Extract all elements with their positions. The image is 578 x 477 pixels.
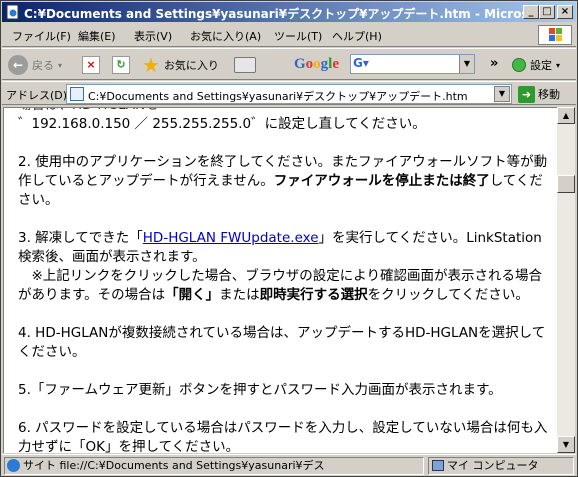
- ie-page-icon: [6, 4, 19, 20]
- refresh-icon: ↻: [112, 56, 130, 74]
- settings-icon: [512, 58, 526, 72]
- vertical-scrollbar[interactable]: ▲ ▼: [557, 107, 575, 453]
- status-text-pane: サイト file://C:¥Documents and Settings¥yas…: [4, 457, 424, 475]
- printer-icon: [234, 57, 256, 73]
- go-button[interactable]: ➜ 移動: [518, 85, 574, 103]
- google-g-icon: G▾: [353, 56, 369, 70]
- scroll-up-button[interactable]: ▲: [557, 107, 575, 124]
- favorites-label: お気に入り: [163, 59, 219, 72]
- settings-label: 設定: [530, 59, 552, 72]
- step-3-pre: 3. 解凍してできた「: [18, 230, 143, 246]
- favorites-button[interactable]: ★ お気に入り: [142, 53, 219, 77]
- security-zone-pane: マイ コンピュータ: [428, 457, 574, 475]
- minimize-button[interactable]: _: [523, 5, 539, 19]
- zone-label: マイ コンピュータ: [447, 459, 539, 472]
- stop-button[interactable]: ×: [82, 53, 100, 77]
- scroll-thumb[interactable]: [557, 175, 575, 193]
- menu-tools[interactable]: ツール(T): [274, 28, 322, 44]
- partial-line: 場合は、HD-HGLANを: [18, 108, 552, 115]
- step-3-run: 即時実行する選択: [259, 287, 368, 303]
- google-logo: Google: [294, 56, 340, 72]
- step-3-or: または: [219, 287, 260, 303]
- address-bar: アドレス(D) C:¥Documents and Settings¥yasuna…: [2, 81, 576, 105]
- address-label: アドレス(D): [6, 89, 68, 102]
- toolbar: ← 戻る ▾ × ↻ ★ お気に入り Google G▾ ▼ » 設定 ▾: [2, 48, 576, 80]
- google-search-input[interactable]: G▾ ▼: [350, 54, 475, 74]
- address-url: C:¥Documents and Settings¥yasunari¥デスクトッ…: [88, 90, 468, 103]
- step-3-open: 「開く」: [165, 287, 220, 303]
- page-icon: [70, 87, 84, 101]
- menu-bar: ファイル(F) 編集(E) 表示(V) お気に入り(A) ツール(T) ヘルプ(…: [2, 23, 576, 47]
- status-text: サイト file://C:¥Documents and Settings¥yas…: [23, 459, 325, 472]
- step-2: 2. 使用中のアプリケーションを終了してください。またファイアウォールソフト等が…: [18, 153, 552, 210]
- refresh-button[interactable]: ↻: [112, 53, 130, 77]
- title-bar[interactable]: C:¥Documents and Settings¥yasunari¥デスクトッ…: [2, 2, 576, 22]
- go-arrow-icon: ➜: [518, 85, 535, 103]
- browser-window: C:¥Documents and Settings¥yasunari¥デスクトッ…: [0, 0, 578, 477]
- stop-icon: ×: [82, 56, 100, 74]
- back-button[interactable]: ← 戻る ▾: [8, 53, 62, 77]
- maximize-button[interactable]: □: [539, 5, 555, 19]
- address-dropdown-button[interactable]: ▼: [494, 86, 510, 102]
- print-button[interactable]: [234, 53, 256, 77]
- menu-favorites[interactable]: お気に入り(A): [190, 28, 261, 44]
- step-5: 5.「ファームウェア更新」ボタンを押すとパスワード入力画面が表示されます。: [18, 382, 502, 398]
- windows-logo-icon: [538, 25, 572, 45]
- menu-edit[interactable]: 編集(E): [78, 28, 116, 44]
- scroll-down-button[interactable]: ▼: [557, 436, 575, 453]
- step-6: 6. パスワードを設定している場合はパスワードを入力し、設定していない場合は何も…: [18, 420, 548, 453]
- menu-file[interactable]: ファイル(F): [12, 28, 71, 44]
- back-arrow-icon: ←: [8, 55, 28, 75]
- settings-button[interactable]: 設定 ▾: [512, 53, 560, 77]
- step-2-bold: ファイアウォールを停止または終了: [273, 173, 490, 189]
- back-label: 戻る: [32, 59, 54, 72]
- window-title: C:¥Documents and Settings¥yasunari¥デスクトッ…: [24, 7, 529, 21]
- step-3: 3. 解凍してできた「HD-HGLAN FWUpdate.exe」を実行してくだ…: [18, 229, 552, 305]
- menu-help[interactable]: ヘルプ(H): [332, 28, 382, 44]
- step-4: 4. HD-HGLANが複数接続されている場合は、アップデートするHD-HGLA…: [18, 325, 546, 360]
- page-content[interactable]: 場合は、HD-HGLANを ゛192.168.0.150 ／ 255.255.2…: [3, 107, 557, 453]
- address-input[interactable]: C:¥Documents and Settings¥yasunari¥デスクトッ…: [66, 84, 512, 104]
- google-dropdown-button[interactable]: ▼: [459, 55, 474, 73]
- settings-dropdown-icon: ▾: [556, 60, 561, 70]
- star-icon: ★: [142, 53, 160, 77]
- go-label: 移動: [538, 88, 560, 101]
- document-body: 場合は、HD-HGLANを ゛192.168.0.150 ／ 255.255.2…: [18, 108, 552, 453]
- toolbar-more-icon[interactable]: »: [490, 56, 498, 71]
- back-dropdown-icon[interactable]: ▾: [58, 61, 62, 70]
- step-3-end: をクリックしてください。: [367, 287, 529, 303]
- fw-update-link[interactable]: HD-HGLAN FWUpdate.exe: [143, 230, 319, 246]
- ie-globe-icon: [7, 459, 20, 472]
- my-computer-icon: [432, 460, 444, 471]
- ip-line: ゛192.168.0.150 ／ 255.255.255.0゛に設定し直してくだ…: [18, 116, 426, 132]
- close-button[interactable]: ×: [557, 5, 573, 19]
- status-bar: サイト file://C:¥Documents and Settings¥yas…: [2, 454, 576, 476]
- menu-view[interactable]: 表示(V): [134, 28, 172, 44]
